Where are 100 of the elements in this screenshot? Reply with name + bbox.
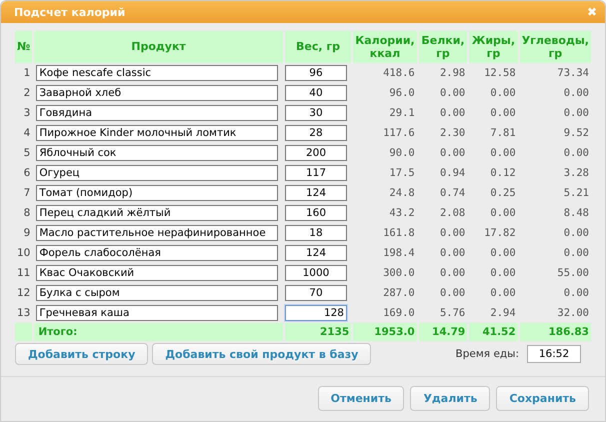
row-number: 13 — [16, 306, 32, 321]
table-cell-text: 0.25 — [489, 186, 517, 201]
column-header: Вес, гр — [284, 31, 352, 63]
weight-field[interactable]: 200 — [284, 145, 347, 161]
table-cell-text: 24.8 — [388, 186, 416, 201]
weight-field[interactable]: 117 — [284, 165, 347, 181]
table-cell-text: 0.00 — [489, 106, 517, 121]
window-title: Подсчет калорий — [14, 6, 126, 18]
column-header: Белки, гр — [418, 31, 468, 63]
table-cell-text: 0.00 — [489, 146, 517, 161]
table-cell-text: 117.6 — [382, 126, 416, 141]
table-cell-text: 8.48 — [562, 206, 590, 221]
table-cell-text: 0.00 — [438, 246, 466, 261]
table-cell-text: 0.00 — [562, 146, 590, 161]
product-field[interactable]: Пирожное Kinder молочный ломтик — [36, 125, 278, 141]
table-cell-text: 55.00 — [556, 266, 590, 281]
table-cell-text: 0.00 — [562, 106, 590, 121]
row-number: 1 — [22, 66, 32, 81]
table-cell-text: 0.00 — [562, 86, 590, 101]
table-cell-text: 90.0 — [388, 146, 416, 161]
product-field[interactable]: Заварной хлеб — [36, 85, 278, 101]
table-cell-text: 29.1 — [388, 106, 416, 121]
product-field[interactable]: Огурец — [36, 165, 278, 181]
row-number: 9 — [22, 226, 32, 241]
product-field[interactable]: Томат (помидор) — [36, 185, 278, 201]
table-cell-text: 0.00 — [438, 266, 466, 281]
product-field[interactable]: Яблочный сок — [36, 145, 278, 161]
weight-field[interactable]: 96 — [284, 65, 347, 81]
table-cell-text: 9.52 — [562, 126, 590, 141]
table-cell-text: 300.0 — [382, 266, 416, 281]
weight-field[interactable]: 18 — [284, 225, 347, 241]
table-cell-text: 17.5 — [388, 166, 416, 181]
table-cell-text: 73.34 — [556, 66, 590, 81]
weight-field[interactable]: 40 — [284, 85, 347, 101]
table-cell-text: 0.00 — [489, 206, 517, 221]
table-cell-text: 0.00 — [562, 246, 590, 261]
table-cell-text: 2.98 — [438, 66, 466, 81]
table-cell-text: 0.00 — [489, 286, 517, 301]
total-cell: 14.79 — [418, 323, 468, 341]
column-header: № — [15, 31, 32, 63]
product-field[interactable]: Форель слабосолёная — [36, 245, 278, 261]
table-cell-text: 287.0 — [382, 286, 416, 301]
table-cell-text: 2.30 — [438, 126, 466, 141]
table-cell-text: 43.2 — [388, 206, 416, 221]
column-header: Жиры, гр — [469, 31, 518, 63]
table-cell-text: 169.0 — [382, 306, 416, 321]
row-number: 12 — [16, 286, 32, 301]
product-field[interactable]: Перец сладкий жёлтый — [36, 205, 278, 221]
product-field[interactable]: Квас Очаковский — [36, 265, 278, 281]
table-cell-text: 32.00 — [556, 306, 590, 321]
table-cell-text: 12.58 — [483, 66, 517, 81]
product-field[interactable]: Масло растительное нерафинированное — [36, 225, 278, 241]
table-cell-text: 0.00 — [489, 246, 517, 261]
table-cell-text: 0.94 — [438, 166, 466, 181]
row-number: 8 — [22, 206, 32, 221]
row-number: 7 — [22, 186, 32, 201]
meal-time-field[interactable]: 16:52 — [527, 345, 581, 363]
weight-field[interactable]: 30 — [284, 105, 347, 121]
column-header: Углеводы, гр — [520, 31, 591, 63]
weight-field[interactable]: 1000 — [284, 265, 347, 281]
table-cell-text: 5.76 — [438, 306, 466, 321]
table-cell-text: 0.00 — [438, 226, 466, 241]
row-number: 5 — [22, 146, 32, 161]
row-number: 10 — [16, 246, 32, 261]
total-cell: 2135 — [284, 323, 352, 341]
weight-field[interactable]: 124 — [284, 245, 347, 261]
table-cell-text: 3.28 — [562, 166, 590, 181]
table-cell-text: 17.82 — [483, 226, 517, 241]
table-cell-text: 7.81 — [489, 126, 517, 141]
table-cell-text: 5.21 — [562, 186, 590, 201]
table-cell-text: 2.94 — [489, 306, 517, 321]
row-number: 3 — [22, 106, 32, 121]
product-field[interactable]: Булка с сыром — [36, 285, 278, 301]
weight-field[interactable]: 124 — [284, 185, 347, 201]
table-cell-text: 0.00 — [438, 146, 466, 161]
table-cell-text: 0.00 — [438, 106, 466, 121]
total-cell: 186.83 — [520, 323, 591, 341]
table-cell-text: 0.00 — [562, 286, 590, 301]
product-field[interactable]: Гречневая каша — [36, 305, 278, 321]
column-header: Калории, ккал — [353, 31, 417, 63]
table-cell-text: 0.74 — [438, 186, 466, 201]
meal-time-label: Время еды: — [456, 348, 519, 360]
weight-field[interactable]: 28 — [284, 125, 347, 141]
table-cell-text: 0.00 — [489, 266, 517, 281]
weight-field[interactable]: 70 — [284, 285, 347, 301]
row-number: 4 — [22, 126, 32, 141]
total-cell: 1953.0 — [353, 323, 417, 341]
product-field[interactable]: Говядина — [36, 105, 278, 121]
table-cell-text: 0.00 — [438, 86, 466, 101]
total-cell: 41.52 — [469, 323, 518, 341]
column-header: Продукт — [34, 31, 283, 63]
row-number: 11 — [16, 266, 32, 281]
weight-field[interactable]: 160 — [284, 205, 347, 221]
weight-field[interactable]: 128 — [284, 305, 347, 321]
table-cell-text: 0.00 — [562, 226, 590, 241]
table-cell-text: 418.6 — [382, 66, 416, 81]
product-field[interactable]: Кофе nescafe classic — [36, 65, 278, 81]
table-cell-text: 0.00 — [438, 286, 466, 301]
total-label: Итого: — [34, 323, 283, 341]
table-cell-text: 96.0 — [388, 86, 416, 101]
